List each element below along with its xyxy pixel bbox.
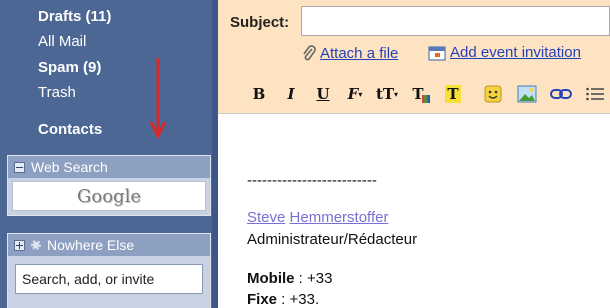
collapse-icon[interactable]	[14, 161, 25, 173]
nav-spam[interactable]: Spam (9)	[38, 59, 101, 76]
insert-image-button[interactable]	[514, 82, 540, 106]
nav-all-mail[interactable]: All Mail	[38, 33, 86, 50]
font-size-button[interactable]: tT ▾	[374, 82, 400, 106]
paperclip-icon	[303, 45, 316, 61]
underline-button[interactable]: U	[310, 82, 336, 106]
web-search-panel: Web Search Google	[7, 155, 211, 216]
nav-drafts[interactable]: Drafts (11)	[38, 8, 111, 25]
signature-name: Steve Hemmerstoffer	[247, 209, 388, 226]
chat-status-title: Nowhere Else	[47, 237, 135, 253]
color-swatch-icon	[421, 95, 430, 103]
attach-file-link[interactable]: Attach a file	[302, 44, 398, 62]
list-icon	[586, 87, 604, 101]
formatting-toolbar: B I U F ▾ tT ▾ T T	[218, 74, 610, 114]
signature-first-name-link[interactable]: Steve	[247, 209, 285, 226]
nav-contacts[interactable]: Contacts	[38, 121, 102, 138]
chat-search-input[interactable]: Search, add, or invite	[15, 264, 203, 294]
chat-search-placeholder: Search, add, or invite	[22, 271, 155, 287]
add-event-link[interactable]: Add event invitation	[428, 44, 581, 61]
add-event-label: Add event invitation	[450, 44, 581, 61]
link-icon	[550, 89, 572, 99]
fixe-label: Fixe	[247, 291, 278, 308]
mobile-value: : +33	[294, 270, 333, 287]
highlight-button[interactable]: T	[440, 82, 466, 106]
chat-panel: Nowhere Else Search, add, or invite	[7, 233, 211, 308]
emoji-button[interactable]	[480, 82, 506, 106]
web-search-title: Web Search	[31, 159, 108, 175]
status-icon[interactable]	[31, 240, 41, 250]
dropdown-icon: ▾	[394, 89, 399, 99]
dropdown-icon: ▾	[358, 89, 363, 99]
nav-trash[interactable]: Trash	[38, 84, 76, 101]
bold-button[interactable]: B	[246, 82, 272, 106]
subject-label: Subject:	[230, 14, 290, 31]
expand-icon[interactable]	[14, 239, 25, 251]
mobile-label: Mobile	[247, 270, 295, 287]
message-body[interactable]: -------------------------- Steve Hemmers…	[218, 115, 610, 308]
highlight-label: T	[445, 85, 461, 103]
insert-link-button[interactable]	[548, 82, 574, 106]
calendar-icon	[428, 45, 446, 61]
fixe-value: : +33.	[277, 291, 320, 308]
chat-header[interactable]: Nowhere Else	[8, 234, 210, 256]
signature-role: Administrateur/Rédacteur	[247, 231, 418, 248]
image-icon	[517, 85, 537, 103]
google-logo: Google	[77, 185, 141, 207]
google-search-button[interactable]: Google	[12, 181, 206, 211]
font-button[interactable]: F ▾	[342, 82, 368, 106]
font-size-label: tT	[375, 85, 395, 103]
web-search-header[interactable]: Web Search	[8, 156, 210, 178]
compose-area: Subject: Attach a file Add event invitat…	[212, 0, 610, 308]
red-arrow-icon	[150, 58, 166, 140]
compose-header: Subject: Attach a file Add event invitat…	[218, 0, 610, 74]
italic-button[interactable]: I	[278, 82, 304, 106]
attach-file-label: Attach a file	[320, 44, 399, 62]
signature-mobile: Mobile : +33	[247, 270, 332, 287]
font-label: F	[347, 85, 359, 103]
numbered-list-button[interactable]	[582, 82, 608, 106]
smiley-icon	[484, 85, 502, 103]
signature-fixe: Fixe : +33.	[247, 291, 319, 308]
subject-input[interactable]	[301, 6, 610, 36]
text-color-button[interactable]: T	[408, 82, 434, 106]
sidebar: Drafts (11) All Mail Spam (9) Trash Cont…	[0, 0, 212, 308]
signature-last-name-link[interactable]: Hemmerstoffer	[290, 209, 389, 226]
signature-separator: --------------------------	[247, 172, 377, 189]
